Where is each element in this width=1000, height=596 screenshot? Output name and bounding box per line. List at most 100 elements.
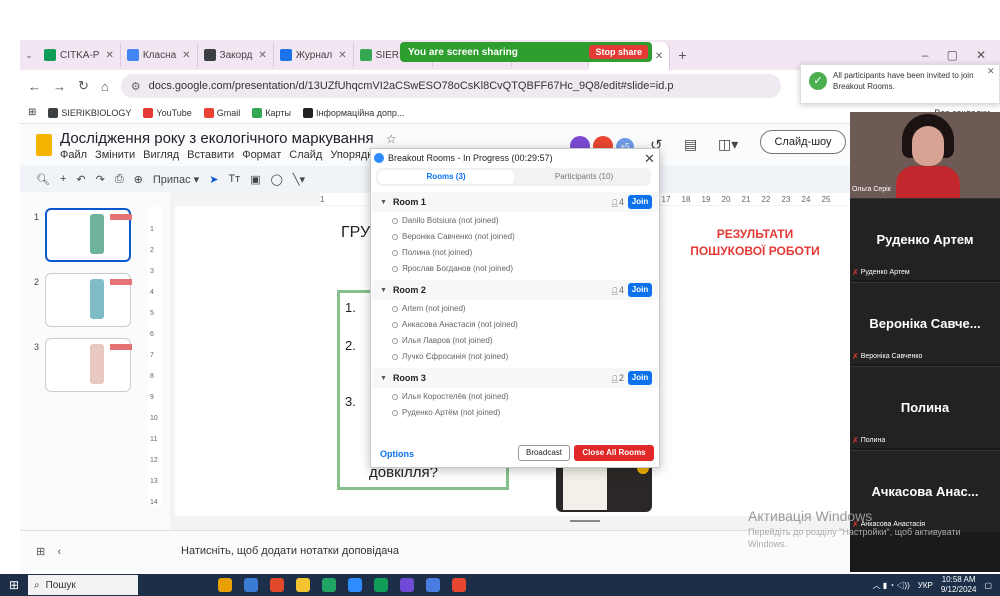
join-room-button[interactable]: Join (628, 283, 652, 297)
line-icon[interactable]: ╲▾ (293, 173, 305, 186)
chevron-down-icon[interactable]: ▼ (380, 375, 387, 382)
ruler-tick-label: 12 (150, 457, 158, 464)
menu-item[interactable]: Змінити (95, 149, 135, 161)
slides-logo-icon[interactable] (36, 134, 52, 156)
tab-close-icon[interactable]: ✕ (258, 50, 266, 61)
top-strip (0, 0, 1000, 40)
options-button[interactable]: Options (380, 449, 414, 459)
close-all-rooms-button[interactable]: Close All Rooms (574, 445, 654, 461)
results-heading[interactable]: РЕЗУЛЬТАТИ ПОШУКОВОЇ РОБОТИ (682, 226, 828, 260)
site-info-icon[interactable]: ⚙ (131, 80, 141, 93)
zoom-app-icon[interactable] (348, 578, 362, 592)
camera-icon[interactable]: ◫▾ (718, 136, 738, 153)
tab-close-icon[interactable]: ✕ (182, 50, 190, 61)
taskbar-app-icon[interactable] (218, 578, 232, 592)
tab-rooms[interactable]: Rooms (3) (378, 170, 514, 184)
chevron-down-icon[interactable]: ▼ (380, 199, 387, 206)
menu-item[interactable]: Файл (60, 149, 87, 161)
room-member-name: Полина (not joined) (402, 248, 473, 257)
participant-label: ✗ Руденко Артем (852, 268, 910, 277)
bookmark-label: Інформаційна допр... (315, 107, 405, 118)
print-icon[interactable]: ⎙ (115, 173, 124, 186)
search-menus-icon[interactable]: 🔍︎ (36, 173, 50, 186)
star-icon[interactable]: ☆ (386, 132, 397, 146)
slide-heading[interactable]: ГРУ (341, 224, 370, 242)
maximize-icon[interactable]: ▢ (947, 48, 958, 62)
tab-participants[interactable]: Participants (10) (520, 170, 648, 184)
comments-icon[interactable]: ▤ (684, 136, 697, 153)
join-room-button[interactable]: Join (628, 371, 652, 385)
taskbar-app-icon[interactable] (244, 578, 258, 592)
room-count-value: 4 (618, 285, 624, 295)
windows-start-icon[interactable]: ⊞ (0, 578, 28, 592)
menu-item[interactable]: Формат (242, 149, 281, 161)
redo-icon[interactable]: ↷ (96, 173, 105, 186)
tray-icons[interactable]: ︿ ▮ ◔ ◁)) (873, 580, 910, 591)
taskbar-app-icon[interactable] (270, 578, 284, 592)
ruler-tick-label: 25 (821, 194, 831, 204)
select-icon[interactable]: ➤ (209, 173, 218, 186)
bookmark-item[interactable]: SIERIKBIOLOGY (48, 107, 131, 118)
minimize-icon[interactable]: – (922, 48, 929, 62)
fit-dropdown[interactable]: Припас ▾ (153, 173, 199, 186)
slideshow-button[interactable]: Слайд-шоу (760, 130, 846, 154)
shape-icon[interactable]: ◯ (271, 173, 283, 186)
browser-tab[interactable]: Закорд ✕ (198, 43, 274, 67)
bookmark-item[interactable]: Інформаційна допр... (302, 107, 405, 118)
breakout-room-row[interactable]: ▼ Room 2 👤︎4 Join (372, 280, 658, 300)
breakout-room-row[interactable]: ▼ Room 3 👤︎2 Join (372, 368, 658, 388)
document-title[interactable]: Дослідження року з екологічного маркуван… (60, 130, 397, 147)
bookmark-item[interactable]: Gmail (203, 107, 240, 118)
browser-tab[interactable]: Журнал ✕ (274, 43, 354, 67)
room-member: Анкасова Анастасія (not joined) (392, 320, 518, 329)
textbox-icon[interactable]: Tт (228, 173, 240, 185)
new-tab-icon[interactable]: + (678, 47, 686, 63)
chevron-down-icon[interactable]: ▼ (380, 287, 387, 294)
browser-tab[interactable]: Класна ✕ (121, 43, 198, 67)
taskbar-app-icon[interactable] (452, 578, 466, 592)
taskbar-app-icon[interactable] (322, 578, 336, 592)
broadcast-button[interactable]: Broadcast (518, 445, 570, 461)
file-explorer-icon[interactable] (296, 578, 310, 592)
reload-icon[interactable]: ↻ (78, 78, 89, 94)
stop-share-button[interactable]: Stop share (589, 45, 648, 59)
close-notification-icon[interactable]: ✕ (987, 66, 995, 77)
taskbar-app-icon[interactable] (426, 578, 440, 592)
language-indicator[interactable]: УКР (918, 581, 933, 590)
home-icon[interactable]: ⌂ (101, 79, 109, 94)
address-bar[interactable]: ⚙ docs.google.com/presentation/d/13UZfUh… (120, 74, 781, 98)
tab-list-icon[interactable]: ⌄ (20, 50, 38, 61)
new-slide-icon[interactable]: + (60, 173, 66, 185)
scroll-indicator[interactable] (570, 520, 600, 522)
tab-label: Журнал (295, 49, 333, 61)
zoom-icon[interactable]: ⊕ (134, 173, 143, 186)
browser-tab[interactable]: CITKA-P ✕ (38, 43, 121, 67)
apps-icon[interactable]: ⊞ (28, 107, 36, 118)
notifications-icon[interactable]: ▢ (984, 581, 992, 590)
chrome-icon[interactable] (374, 578, 388, 592)
status-dot-icon (392, 409, 398, 416)
menu-item[interactable]: Вставити (187, 149, 234, 161)
tab-close-icon[interactable]: ✕ (338, 50, 346, 61)
forward-icon[interactable]: → (53, 79, 66, 94)
speaker-notes-placeholder[interactable]: Натисніть, щоб додати нотатки доповідача (181, 545, 399, 557)
menu-item[interactable]: Вигляд (143, 149, 179, 161)
room-member-name: Danilo Botsiura (not joined) (402, 216, 499, 225)
bookmark-item[interactable]: Карты (252, 107, 291, 118)
close-window-icon[interactable]: ✕ (976, 48, 986, 62)
taskbar-app-icon[interactable] (400, 578, 414, 592)
back-icon[interactable]: ← (28, 79, 41, 94)
undo-icon[interactable]: ↶ (76, 173, 85, 186)
menu-item[interactable]: Слайд (289, 149, 322, 161)
clock[interactable]: 10:58 AM 9/12/2024 (941, 575, 977, 595)
breakout-room-row[interactable]: ▼ Room 1 👤︎4 Join (372, 192, 658, 212)
tab-close-icon[interactable]: ✕ (105, 50, 113, 61)
join-room-button[interactable]: Join (628, 195, 652, 209)
grid-view-icon[interactable]: ⊞ ‹ (36, 545, 61, 558)
close-dialog-icon[interactable]: ✕ (644, 151, 655, 167)
speaker-notes-area[interactable] (20, 530, 850, 572)
bookmark-item[interactable]: YouTube (143, 107, 192, 118)
taskbar-search[interactable]: ⌕ Пошук (28, 575, 138, 595)
image-icon[interactable]: ▣ (250, 173, 260, 186)
tab-close-icon[interactable]: ✕ (655, 51, 663, 62)
